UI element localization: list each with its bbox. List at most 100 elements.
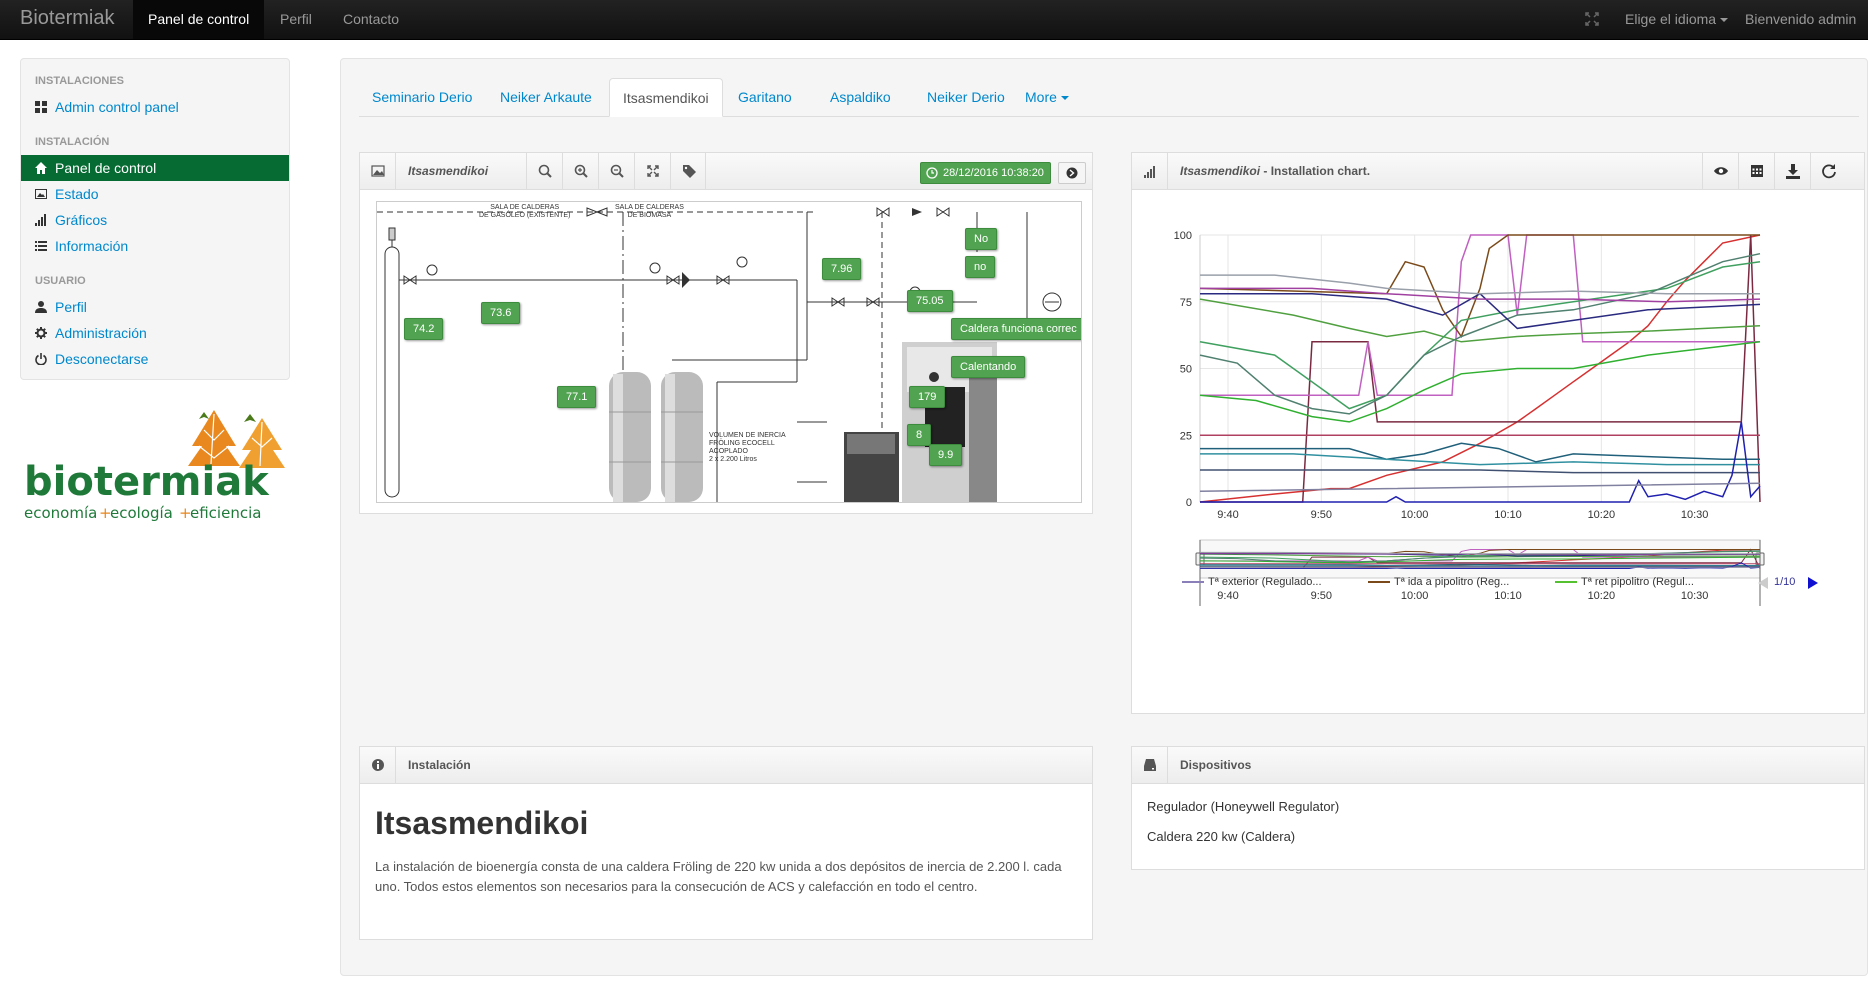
top-navbar: Biotermiak Panel de control Perfil Conta… bbox=[0, 0, 1868, 40]
signal-icon bbox=[35, 214, 46, 226]
tab-aspaldiko[interactable]: Aspaldiko bbox=[817, 78, 904, 116]
legend-swatch bbox=[1368, 581, 1390, 584]
timestamp-text: 28/12/2016 10:38:20 bbox=[943, 167, 1044, 179]
tab-seminario-derio[interactable]: Seminario Derio bbox=[359, 78, 485, 116]
nav-perfil[interactable]: Perfil bbox=[265, 0, 327, 39]
legend-prev-arrow[interactable] bbox=[1758, 577, 1768, 589]
installation-info-title: Instalación bbox=[408, 758, 471, 772]
reading-tag[interactable]: 77.1 bbox=[557, 386, 597, 408]
language-dropdown[interactable]: Elige el idioma bbox=[1625, 0, 1729, 39]
search-icon bbox=[538, 164, 552, 178]
next-button[interactable] bbox=[1058, 162, 1086, 184]
legend-label: Tª exterior (Regulado... bbox=[1208, 576, 1322, 588]
installation-info-panel: Instalación Itsasmendikoi La instalación… bbox=[359, 746, 1093, 940]
reading-tag[interactable]: 75.05 bbox=[907, 290, 953, 312]
chart-panel: Itsasmendikoi - Installation chart. 0 25 5… bbox=[1131, 152, 1865, 714]
reading-tag[interactable]: 7.96 bbox=[822, 258, 862, 280]
sidebar-header-instalaciones: INSTALACIONES bbox=[35, 75, 125, 87]
reading-tag[interactable]: 74.2 bbox=[404, 318, 444, 340]
device-item[interactable]: Caldera 220 kw (Caldera) bbox=[1147, 829, 1295, 844]
legend-label: Tª ret pipolitro (Regul... bbox=[1581, 576, 1694, 588]
sidebar-item-label: Panel de control bbox=[55, 160, 157, 176]
x-tick-label: 9:40 bbox=[1217, 509, 1238, 521]
tab-neiker-arkaute[interactable]: Neiker Arkaute bbox=[487, 78, 605, 116]
installation-tabs: Seminario Derio Neiker Arkaute Itsasmend… bbox=[359, 78, 1859, 117]
installation-info-header: Instalación bbox=[360, 747, 1092, 784]
series-line bbox=[1199, 482, 1761, 493]
reading-tag[interactable]: 9.9 bbox=[929, 444, 963, 466]
tag-button[interactable] bbox=[670, 153, 706, 189]
caret-down-icon bbox=[1060, 96, 1069, 101]
devices-panel: Dispositivos Regulador (Honeywell Regula… bbox=[1131, 746, 1865, 870]
sidebar-item-desconectarse[interactable]: Desconectarse bbox=[21, 346, 289, 372]
sidebar-item-label: Desconectarse bbox=[55, 351, 149, 367]
series-line bbox=[1200, 453, 1760, 466]
signal-icon bbox=[1132, 153, 1168, 189]
series-line bbox=[1199, 298, 1761, 343]
nav-contacto[interactable]: Contacto bbox=[328, 0, 414, 39]
grid-icon bbox=[35, 101, 47, 113]
download-button[interactable] bbox=[1774, 153, 1810, 189]
sidebar-header-instalacion: INSTALACIÓN bbox=[35, 136, 110, 148]
download-icon bbox=[1786, 164, 1800, 179]
sidebar-item-label: Gráficos bbox=[55, 212, 108, 228]
legend-item[interactable]: Tª exterior (Regulado... bbox=[1182, 576, 1322, 588]
sidebar-item-perfil[interactable]: Perfil bbox=[21, 294, 289, 320]
zoom-out-icon bbox=[610, 164, 624, 178]
tab-more[interactable]: More bbox=[1012, 78, 1082, 116]
y-tick-label: 75 bbox=[1180, 297, 1192, 309]
refresh-button[interactable] bbox=[1810, 153, 1846, 189]
sidebar-item-panel-de-control[interactable]: Panel de control bbox=[21, 155, 289, 181]
sidebar-item-admin-control-panel[interactable]: Admin control panel bbox=[21, 94, 289, 120]
clock-icon bbox=[926, 167, 938, 179]
zoom-out-button[interactable] bbox=[598, 153, 634, 189]
y-tick-label: 25 bbox=[1180, 430, 1192, 442]
x-tick-label: 10:30 bbox=[1681, 509, 1709, 521]
series-line bbox=[1199, 341, 1761, 423]
nav-panel-de-control[interactable]: Panel de control bbox=[133, 0, 265, 39]
sidebar-item-informacion[interactable]: Información bbox=[21, 233, 289, 259]
svg-text:eficiencia: eficiencia bbox=[190, 504, 261, 522]
fullscreen-icon[interactable] bbox=[1585, 12, 1599, 26]
label-volumen-inercia: VOLUMEN DE INERCIA FRÖLING ECOCELL ACOPLAD… bbox=[709, 432, 786, 463]
sidebar-item-administracion[interactable]: Administración bbox=[21, 320, 289, 346]
installation-diagram: SALA DE CALDERAS DE GASÓLEO (Existente) S… bbox=[376, 201, 1082, 503]
reading-tag[interactable]: no bbox=[965, 256, 996, 278]
installation-description: La instalación de bioenergía consta de u… bbox=[375, 859, 1062, 894]
legend-item[interactable]: Tª ret pipolitro (Regul... bbox=[1555, 576, 1694, 588]
tab-garitano[interactable]: Garitano bbox=[725, 78, 805, 116]
legend-item[interactable]: Tª ida a pipolitro (Reg... bbox=[1368, 576, 1509, 588]
device-item[interactable]: Regulador (Honeywell Regulator) bbox=[1147, 799, 1339, 814]
x-tick-label: 10:20 bbox=[1588, 509, 1616, 521]
reading-tag[interactable]: Calentando bbox=[951, 356, 1026, 378]
reading-tag[interactable]: 179 bbox=[909, 386, 946, 408]
timestamp-badge: 28/12/2016 10:38:20 bbox=[920, 162, 1051, 184]
user-icon bbox=[35, 301, 47, 313]
toggle-series-button[interactable] bbox=[1702, 153, 1738, 189]
fit-screen-button[interactable] bbox=[634, 153, 670, 189]
reading-tag[interactable]: 8 bbox=[907, 424, 932, 446]
sidebar-item-graficos[interactable]: Gráficos bbox=[21, 207, 289, 233]
brand-link[interactable]: Biotermiak bbox=[20, 7, 114, 30]
caret-down-icon bbox=[1720, 18, 1729, 23]
installation-chart: 0 25 50 75 100 9:40 9:50 10:00 10:10 10:20 10:30 9:… bbox=[1148, 201, 1852, 701]
tab-itsasmendikoi[interactable]: Itsasmendikoi bbox=[609, 78, 723, 117]
navigator-series-line bbox=[1199, 566, 1761, 569]
calendar-button[interactable] bbox=[1738, 153, 1774, 189]
legend-swatch bbox=[1182, 581, 1204, 584]
sidebar-header-usuario: USUARIO bbox=[35, 275, 86, 287]
reading-tag[interactable]: Caldera funciona correc bbox=[951, 318, 1081, 340]
zoom-in-button[interactable] bbox=[562, 153, 598, 189]
fullscreen-icon bbox=[647, 165, 659, 177]
sidebar-item-label: Información bbox=[55, 238, 129, 254]
legend-swatch bbox=[1555, 581, 1577, 584]
sidebar-item-estado[interactable]: Estado bbox=[21, 181, 289, 207]
devices-title: Dispositivos bbox=[1180, 758, 1252, 772]
reading-tag[interactable]: No bbox=[965, 228, 998, 250]
eye-icon bbox=[1714, 167, 1728, 175]
tab-neiker-derio[interactable]: Neiker Derio bbox=[914, 78, 1018, 116]
home-icon bbox=[35, 162, 47, 174]
search-button[interactable] bbox=[526, 153, 562, 189]
reading-tag[interactable]: 73.6 bbox=[481, 302, 521, 324]
legend-next-arrow[interactable] bbox=[1808, 577, 1818, 589]
